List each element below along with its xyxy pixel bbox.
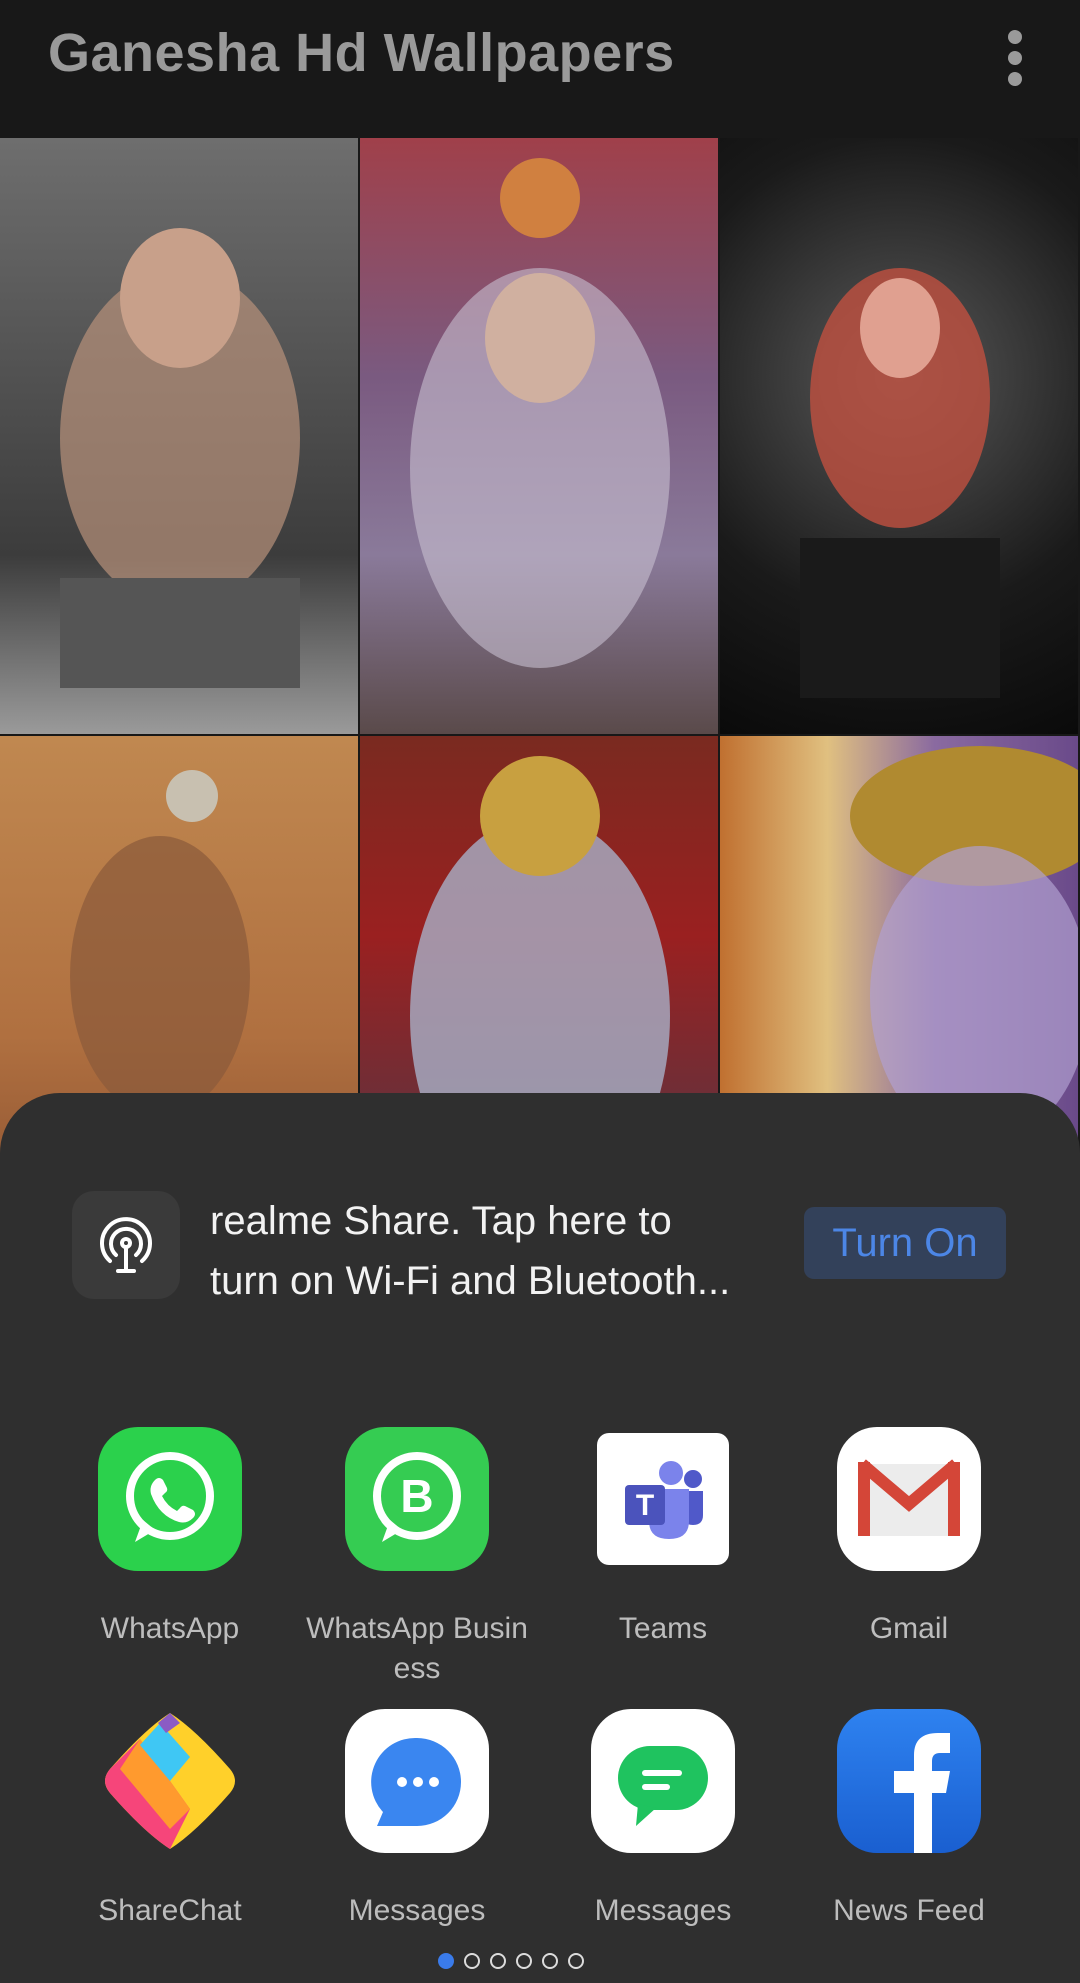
share-target-sharechat[interactable]: ShareChat: [47, 1709, 293, 1931]
page-dot-2[interactable]: [464, 1953, 480, 1969]
messages-green-icon: [591, 1709, 735, 1853]
wallpaper-tile[interactable]: [0, 138, 358, 734]
more-vert-icon[interactable]: [1000, 30, 1030, 86]
app-label-line2: ess: [393, 1652, 441, 1685]
page-dot-4[interactable]: [516, 1953, 532, 1969]
whatsapp-business-icon: B: [345, 1427, 489, 1571]
sharechat-icon: [98, 1709, 242, 1853]
page-dot-6[interactable]: [568, 1953, 584, 1969]
share-target-messages-blue[interactable]: Messages: [294, 1709, 540, 1931]
gmail-icon: [837, 1427, 981, 1571]
share-target-whatsapp-business[interactable]: B WhatsApp Busin ess: [294, 1427, 540, 1689]
app-label-line1: WhatsApp Busin: [306, 1612, 528, 1645]
app-bar: Ganesha Hd Wallpapers: [0, 0, 1080, 138]
app-label: ShareChat: [98, 1894, 242, 1927]
share-target-gmail[interactable]: Gmail: [786, 1427, 1032, 1649]
share-sheet: realme Share. Tap here to turn on Wi-Fi …: [0, 1093, 1080, 1983]
wallpaper-tile[interactable]: [360, 138, 718, 734]
realme-share-banner[interactable]: realme Share. Tap here to turn on Wi-Fi …: [72, 1191, 1012, 1303]
app-label: Messages: [594, 1894, 732, 1927]
facebook-icon: [837, 1709, 981, 1853]
share-target-messages-green[interactable]: Messages: [540, 1709, 786, 1931]
turn-on-button[interactable]: Turn On: [804, 1207, 1006, 1279]
page-indicator: [438, 1953, 584, 1969]
messages-blue-icon: [345, 1709, 489, 1853]
page-dot-5[interactable]: [542, 1953, 558, 1969]
app-label: Gmail: [869, 1612, 949, 1645]
app-title: Ganesha Hd Wallpapers: [48, 23, 675, 83]
realme-share-text: realme Share. Tap here to turn on Wi-Fi …: [210, 1191, 770, 1311]
share-target-news-feed[interactable]: News Feed: [786, 1709, 1032, 1931]
app-label: Teams: [618, 1612, 708, 1645]
app-label: WhatsApp Busin ess: [294, 1609, 540, 1689]
realme-share-text-line2: turn on Wi-Fi and Bluetooth...: [210, 1259, 731, 1303]
share-target-whatsapp[interactable]: WhatsApp: [47, 1427, 293, 1649]
app-label: News Feed: [833, 1894, 985, 1927]
app-label: Messages: [348, 1894, 486, 1927]
teams-icon: T: [597, 1433, 729, 1565]
page-dot-1[interactable]: [438, 1953, 454, 1969]
svg-text:T: T: [636, 1489, 654, 1522]
wireless-antenna-icon: [72, 1191, 180, 1299]
whatsapp-icon: [98, 1427, 242, 1571]
page-dot-3[interactable]: [490, 1953, 506, 1969]
realme-share-text-line1: realme Share. Tap here to: [210, 1199, 672, 1243]
svg-text:B: B: [400, 1470, 433, 1522]
wallpaper-tile[interactable]: [720, 138, 1078, 734]
app-label: WhatsApp: [100, 1612, 240, 1645]
share-target-teams[interactable]: T Teams: [540, 1427, 786, 1649]
